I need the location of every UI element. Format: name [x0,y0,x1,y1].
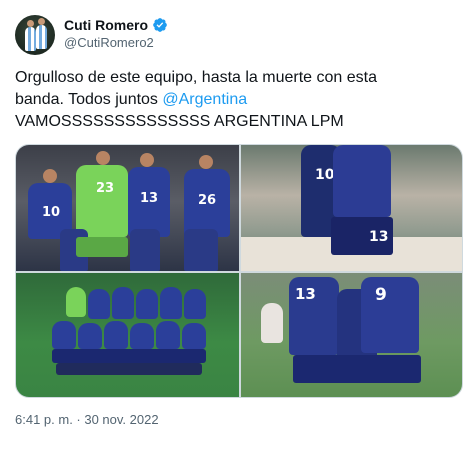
author-handle[interactable]: @CutiRomero2 [64,35,154,50]
goalkeeper-shorts [76,237,128,257]
tweet-timestamp[interactable]: 6:41 p. m. · 30 nov. 2022 [15,412,159,427]
player-shirt [136,289,158,319]
goalkeeper-shirt [66,287,86,317]
player-shirt [88,289,110,319]
verified-badge-icon [153,18,167,32]
jersey-number: 10 [42,205,61,220]
player-shirt [130,323,154,349]
player-socks [56,363,202,375]
photo-team-group[interactable] [16,273,239,397]
author-name-row: Cuti Romero [64,16,168,34]
tweet-text-line-1: Orgulloso de este equipo, hasta la muert… [15,69,377,86]
tweet-text-line-3: VAMOSSSSSSSSSSSSSS ARGENTINA LPM [15,113,344,130]
photo-players-celebrating[interactable]: 13 9 [241,273,462,397]
jersey-number: 13 [369,229,389,245]
avatar-figure [36,25,47,49]
avatar-figure-head [27,20,34,27]
opponent-shirt [261,303,283,343]
tweet-card: Cuti Romero @CutiRomero2 Orgulloso de es… [0,0,474,451]
author-avatar[interactable] [15,15,55,55]
player-shirt [182,323,206,349]
player-shirt [78,323,102,349]
player-head [199,155,213,169]
avatar-figure [25,27,36,51]
tweet-text-line-2: banda. Todos juntos @Argentina [15,89,455,111]
photo-players-back[interactable]: 10 13 [241,145,462,271]
jersey-number: 26 [198,193,217,208]
jersey-number: 13 [295,285,316,303]
mention-link[interactable]: @Argentina [162,91,247,108]
jersey-number: 23 [96,181,115,196]
player-shorts [293,355,421,383]
player-shirt [112,287,134,319]
jersey-number: 13 [140,191,159,206]
goalkeeper-shirt [76,165,128,237]
mascot-child [130,229,160,271]
photo-team-lineup[interactable]: 10 23 13 26 [16,145,239,271]
avatar-figure-head [38,18,45,25]
player-shirt [184,289,206,319]
player-head [96,151,110,165]
player-head [43,169,57,183]
author-display-name[interactable]: Cuti Romero [64,17,148,33]
player-shirt [52,321,76,349]
tweet-text: Orgulloso de este equipo, hasta la muert… [15,67,455,133]
media-grid: 10 23 13 26 10 13 13 9 [15,144,463,398]
player-head [140,153,154,167]
player-shirt [160,287,182,319]
player-shirt [156,321,180,349]
jersey-number: 9 [375,285,387,305]
player-shirt [333,145,391,217]
player-shirt [104,321,128,349]
tweet-text-line-2-text: banda. Todos juntos [15,91,163,108]
player-shorts [52,349,206,363]
jersey-number: 10 [315,167,335,183]
mascot-child [184,229,218,271]
player-shirt [361,277,419,353]
